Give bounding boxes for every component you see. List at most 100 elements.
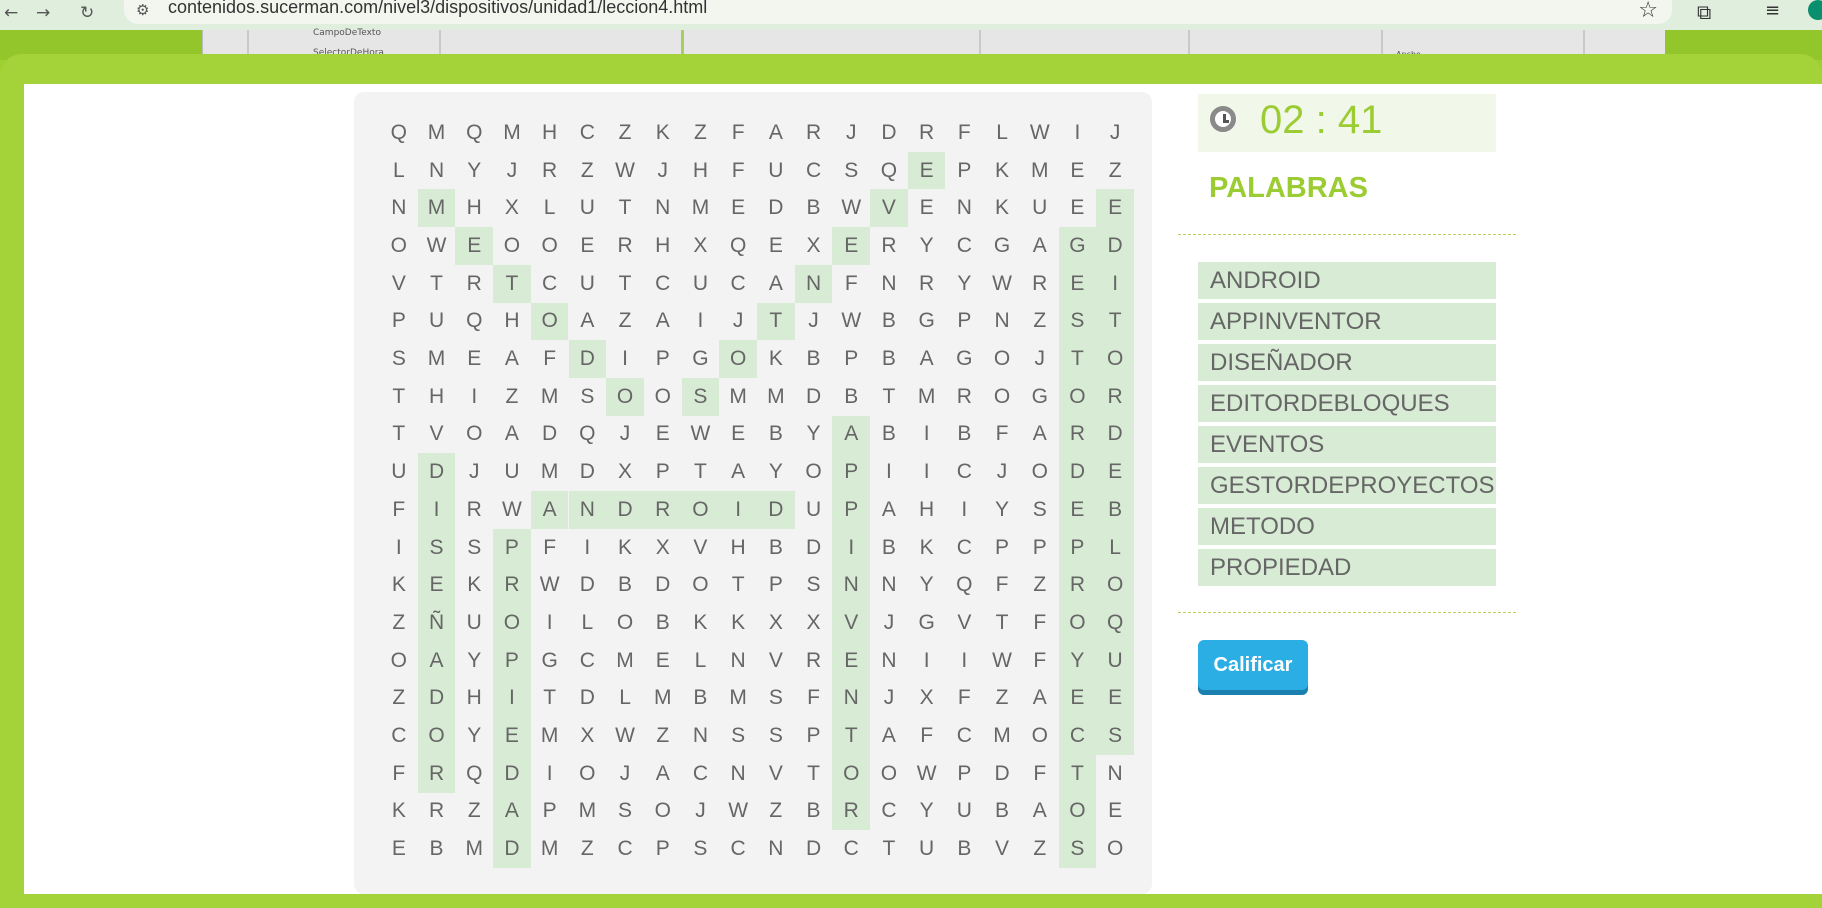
grid-letter[interactable]: N <box>682 717 720 755</box>
grid-letter[interactable]: D <box>795 529 833 567</box>
grid-letter[interactable]: V <box>983 830 1021 868</box>
grid-letter[interactable]: O <box>1021 717 1059 755</box>
grid-letter[interactable]: J <box>606 755 644 793</box>
grid-letter[interactable]: B <box>606 566 644 604</box>
grid-letter[interactable]: E <box>908 189 946 227</box>
grid-letter[interactable]: C <box>569 642 607 680</box>
grid-letter[interactable]: R <box>531 152 569 190</box>
grid-letter[interactable]: Z <box>606 114 644 152</box>
grid-letter[interactable]: H <box>493 303 531 341</box>
grid-letter[interactable]: S <box>380 340 418 378</box>
grid-letter[interactable]: M <box>531 830 569 868</box>
grid-letter[interactable]: C <box>1058 717 1097 755</box>
grid-letter[interactable]: M <box>983 717 1021 755</box>
site-info-icon[interactable]: ⚙ <box>136 1 149 19</box>
grid-letter[interactable]: M <box>908 378 946 416</box>
grid-letter[interactable]: A <box>1021 416 1059 454</box>
grid-letter[interactable]: Q <box>719 227 757 265</box>
grid-letter[interactable]: E <box>1096 679 1134 718</box>
grid-letter[interactable]: M <box>682 189 720 227</box>
grid-letter[interactable]: P <box>1058 528 1097 567</box>
grid-letter[interactable]: V <box>682 529 720 567</box>
grid-letter[interactable]: B <box>418 830 456 868</box>
grid-letter[interactable]: N <box>644 189 682 227</box>
grid-letter[interactable]: I <box>569 529 607 567</box>
grid-letter[interactable]: N <box>870 265 908 303</box>
grid-letter[interactable]: I <box>531 604 569 642</box>
grid-letter[interactable]: K <box>682 604 720 642</box>
grid-letter[interactable]: P <box>946 303 984 341</box>
grid-letter[interactable]: V <box>380 265 418 303</box>
grid-letter[interactable]: M <box>531 717 569 755</box>
grid-letter[interactable]: P <box>1021 529 1059 567</box>
grid-letter[interactable]: C <box>719 830 757 868</box>
grid-letter[interactable]: F <box>946 680 984 718</box>
grid-letter[interactable]: A <box>757 265 795 303</box>
grid-letter[interactable]: W <box>1021 114 1059 152</box>
grid-letter[interactable]: T <box>1058 340 1097 378</box>
grid-letter[interactable]: G <box>1058 227 1097 265</box>
grid-letter[interactable]: N <box>832 679 871 718</box>
grid-letter[interactable]: K <box>380 566 418 604</box>
grid-letter[interactable]: J <box>493 152 531 190</box>
grid-letter[interactable]: E <box>907 151 946 190</box>
grid-letter[interactable]: S <box>795 566 833 604</box>
grid-letter[interactable]: B <box>870 303 908 341</box>
grid-letter[interactable]: M <box>569 793 607 831</box>
grid-letter[interactable]: O <box>606 377 644 416</box>
grid-letter[interactable]: X <box>644 529 682 567</box>
grid-letter[interactable]: F <box>908 717 946 755</box>
grid-letter[interactable]: D <box>870 114 908 152</box>
grid-letter[interactable]: O <box>681 491 720 529</box>
grid-letter[interactable]: X <box>757 604 795 642</box>
grid-letter[interactable]: J <box>606 416 644 454</box>
grid-letter[interactable]: P <box>946 755 984 793</box>
grid-letter[interactable]: S <box>682 830 720 868</box>
grid-letter[interactable]: I <box>908 416 946 454</box>
grid-letter[interactable]: J <box>1021 340 1059 378</box>
grid-letter[interactable]: Y <box>757 453 795 491</box>
grid-letter[interactable]: N <box>870 566 908 604</box>
grid-letter[interactable]: M <box>417 189 456 228</box>
back-arrow-icon[interactable]: ← <box>4 3 18 23</box>
grid-letter[interactable]: C <box>644 265 682 303</box>
grid-letter[interactable]: N <box>418 152 456 190</box>
grid-letter[interactable]: E <box>719 416 757 454</box>
grid-letter[interactable]: G <box>682 340 720 378</box>
grid-letter[interactable]: M <box>418 114 456 152</box>
grid-letter[interactable]: C <box>380 717 418 755</box>
grid-letter[interactable]: E <box>569 227 607 265</box>
grid-letter[interactable]: D <box>493 754 531 793</box>
grid-letter[interactable]: U <box>946 793 984 831</box>
grid-letter[interactable]: Q <box>380 114 418 152</box>
grid-letter[interactable]: B <box>757 416 795 454</box>
grid-letter[interactable]: T <box>380 378 418 416</box>
grid-letter[interactable]: V <box>870 189 908 228</box>
grid-letter[interactable]: C <box>795 152 833 190</box>
grid-letter[interactable]: L <box>380 152 418 190</box>
grid-letter[interactable]: R <box>870 227 908 265</box>
grid-letter[interactable]: W <box>719 793 757 831</box>
grid-letter[interactable]: Z <box>757 793 795 831</box>
grid-letter[interactable]: O <box>569 755 607 793</box>
grid-letter[interactable]: O <box>644 793 682 831</box>
grid-letter[interactable]: C <box>946 717 984 755</box>
grid-letter[interactable]: E <box>493 717 531 755</box>
grid-letter[interactable]: O <box>1096 566 1134 605</box>
grid-letter[interactable]: K <box>983 189 1021 227</box>
grid-letter[interactable]: T <box>493 264 531 303</box>
grid-letter[interactable]: Z <box>1021 830 1059 868</box>
grid-letter[interactable]: G <box>946 340 984 378</box>
grid-letter[interactable]: C <box>682 755 720 793</box>
grid-letter[interactable]: I <box>531 755 569 793</box>
grid-letter[interactable]: T <box>832 717 871 755</box>
grid-letter[interactable]: R <box>417 754 456 793</box>
grid-letter[interactable]: P <box>983 529 1021 567</box>
grid-letter[interactable]: T <box>682 453 720 491</box>
grid-letter[interactable]: B <box>757 529 795 567</box>
grid-letter[interactable]: O <box>493 604 531 642</box>
grid-letter[interactable]: D <box>606 491 644 529</box>
grid-letter[interactable]: U <box>757 152 795 190</box>
grid-letter[interactable]: T <box>1058 754 1097 793</box>
letter-grid[interactable]: QMQMHCZKZFARJDRFLWIJLNYJRZWJHFUCSQEPKMEZ… <box>380 114 1140 874</box>
